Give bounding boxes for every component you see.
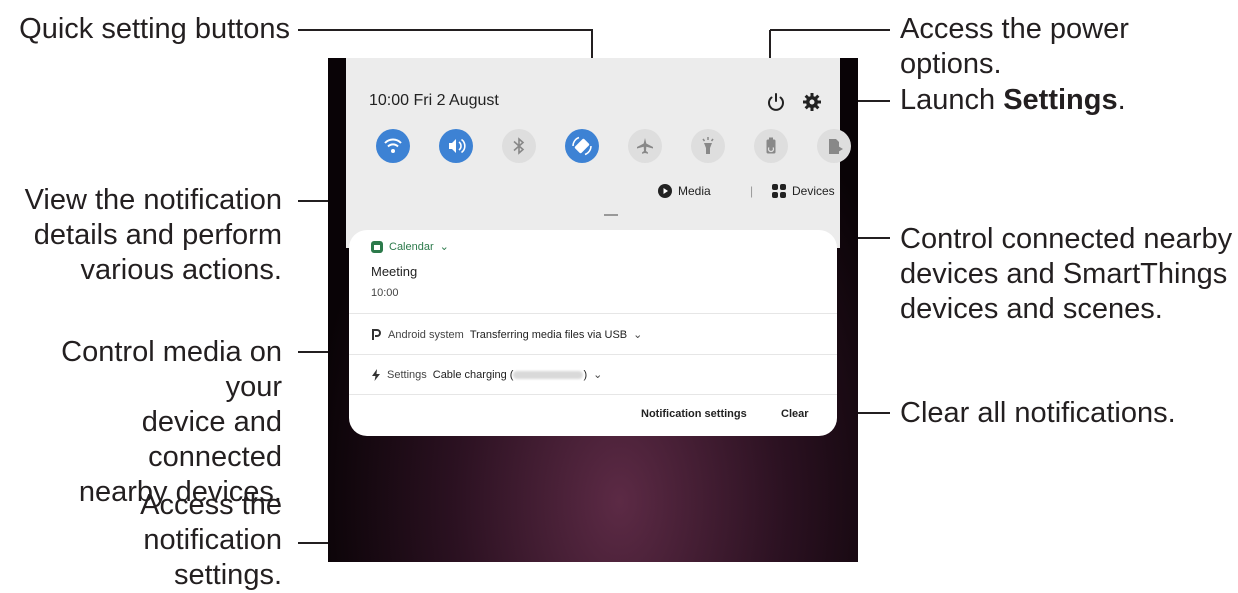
settings-app-name: Settings	[387, 368, 427, 381]
auto-rotate-button[interactable]	[565, 129, 599, 163]
bluetooth-icon	[513, 137, 525, 155]
callout-notification-details-line3: various actions.	[80, 254, 283, 286]
notification-settings-button[interactable]: Notification settings	[641, 408, 747, 420]
mobile-data-button[interactable]	[817, 129, 851, 163]
calendar-notification-header[interactable]: Calendar ⌄	[371, 240, 449, 253]
airplane-button[interactable]	[628, 129, 662, 163]
calendar-notification-time: 10:00	[371, 287, 399, 299]
notification-card: Calendar ⌄ Meeting 10:00 Android system …	[349, 230, 837, 436]
devices-icon	[772, 184, 786, 198]
chevron-down-icon[interactable]: ⌄	[593, 368, 602, 381]
callout-settings-bold: Settings	[1003, 84, 1118, 116]
quick-panel: 10:00 Fri 2 August Media | Devices	[346, 58, 851, 248]
callout-settings-suffix: .	[1117, 84, 1126, 116]
flashlight-icon	[702, 137, 714, 154]
callout-devices-line2: devices and SmartThings	[900, 258, 1228, 290]
android-system-notification[interactable]: Android system Transferring media files …	[371, 328, 642, 341]
wifi-button[interactable]	[376, 129, 410, 163]
status-time: 10:00 Fri 2 August	[369, 92, 499, 109]
callout-quick-settings: Quick setting buttons	[19, 13, 290, 45]
panel-handle[interactable]	[604, 214, 618, 216]
sound-button[interactable]	[439, 129, 473, 163]
gear-icon[interactable]	[800, 90, 824, 114]
calendar-icon	[371, 240, 383, 253]
media-label: Media	[678, 184, 711, 198]
airplane-icon	[637, 138, 653, 154]
blurred-text	[513, 370, 584, 379]
divider	[349, 394, 837, 395]
callout-devices-line3: devices and scenes.	[900, 293, 1163, 325]
auto-rotate-icon	[572, 136, 592, 156]
charging-icon	[372, 368, 380, 381]
charging-text-end: )	[583, 368, 588, 381]
divider	[349, 354, 837, 355]
callout-notification-details-line2: details and perform	[33, 219, 282, 251]
power-icon[interactable]	[764, 90, 788, 114]
android-app-name: Android system	[388, 328, 464, 341]
callout-media: Control media on your device and connect…	[0, 335, 282, 510]
callout-notification-settings-line1: Access the notification	[140, 489, 282, 556]
callout-devices-line1: Control connected nearby	[900, 223, 1233, 255]
callout-notification-settings: Access the notification settings.	[0, 488, 282, 593]
callout-devices: Control connected nearby devices and Sma…	[900, 222, 1232, 327]
calendar-notification-title: Meeting	[371, 264, 418, 279]
calendar-app-name: Calendar	[389, 240, 434, 253]
chevron-down-icon[interactable]: ⌄	[440, 240, 449, 253]
callout-settings: Launch Settings.	[900, 83, 1126, 118]
callout-media-line1: Control media on your	[61, 336, 282, 403]
sound-icon	[449, 138, 466, 154]
callout-settings-prefix: Launch	[900, 84, 1004, 116]
settings-notification-text: Cable charging ()	[433, 369, 587, 381]
clear-button[interactable]: Clear	[781, 408, 809, 420]
flashlight-button[interactable]	[691, 129, 725, 163]
quick-settings-row	[366, 122, 851, 172]
settings-notification[interactable]: Settings Cable charging () ⌄	[371, 368, 602, 381]
callout-media-line2: device and connected	[141, 406, 282, 473]
charging-text-start: Cable charging (	[432, 368, 514, 381]
callout-power: Access the power options.	[900, 13, 1129, 80]
callout-notification-settings-line2: settings.	[174, 559, 282, 591]
chevron-down-icon[interactable]: ⌄	[633, 328, 642, 341]
devices-button[interactable]: Devices	[772, 184, 835, 198]
device-screen: 10:00 Fri 2 August Media | Devices Calen…	[328, 58, 858, 562]
wifi-icon	[384, 138, 402, 153]
media-button[interactable]: Media	[658, 184, 711, 198]
power-saving-icon	[766, 137, 776, 154]
android-notification-text: Transferring media files via USB	[469, 328, 628, 341]
divider	[349, 313, 837, 314]
separator: |	[750, 184, 754, 198]
play-icon	[658, 184, 672, 198]
power-saving-button[interactable]	[754, 129, 788, 163]
mobile-data-icon	[829, 139, 843, 154]
callout-clear-all: Clear all notifications.	[900, 397, 1176, 429]
callout-notification-details-line1: View the notification	[24, 184, 282, 216]
usb-icon	[372, 329, 381, 340]
bluetooth-button[interactable]	[502, 129, 536, 163]
devices-label: Devices	[792, 184, 835, 198]
callout-notification-details: View the notification details and perfor…	[0, 183, 282, 288]
